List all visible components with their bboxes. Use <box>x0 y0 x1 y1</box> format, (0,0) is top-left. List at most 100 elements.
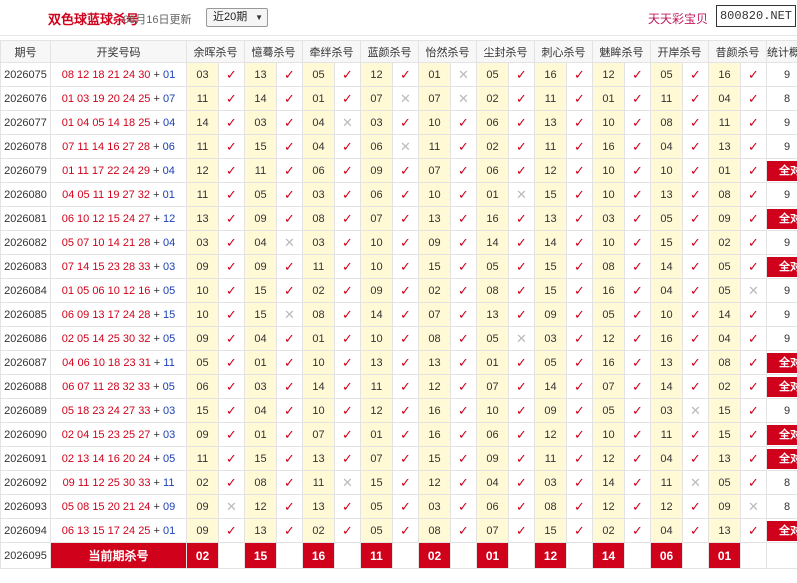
check-icon: ✓ <box>334 134 361 159</box>
check-icon: ✓ <box>566 278 593 303</box>
table-row: 2026089 05 18 23 24 27 33 + 03 15 ✓ 04 ✓ 10 ✓ 12… <box>0 398 797 423</box>
stat-cell: 9 <box>766 110 797 135</box>
blue-ball: 05 <box>163 332 176 345</box>
plus-sign: + <box>153 140 160 153</box>
stat-value: 8 <box>783 92 791 105</box>
check-icon: ✓ <box>624 518 651 543</box>
draw-numbers-cell: 04 06 10 18 23 31 + 11 <box>50 350 187 375</box>
kill-number-cell: 05 <box>592 398 625 423</box>
check-icon: ✓ <box>508 278 535 303</box>
kill-number-cell: 11 <box>186 134 219 159</box>
check-icon: ✓ <box>276 254 303 279</box>
draw-numbers-cell: 06 10 12 15 24 27 + 12 <box>50 206 187 231</box>
kill-number-cell: 04 <box>244 398 277 423</box>
kill-number-cell: 15 <box>708 398 741 423</box>
kill-number-cell: 05 <box>650 206 683 231</box>
kill-number-cell: 11 <box>534 134 567 159</box>
check-icon: ✓ <box>450 302 477 327</box>
table-row: 2026092 09 11 12 25 30 33 + 11 02 ✓ 08 ✓ 11 ✕ 15… <box>0 470 797 495</box>
kill-number-cell: 04 <box>302 134 335 159</box>
check-icon: ✓ <box>334 254 361 279</box>
site-url-badge[interactable]: 800820.NET <box>716 5 796 27</box>
check-icon: ✓ <box>392 350 419 375</box>
kill-number-cell: 10 <box>650 302 683 327</box>
check-icon: ✓ <box>276 422 303 447</box>
column-header: 昔颜杀号 <box>708 40 767 63</box>
kill-number-cell: 01 <box>476 182 509 207</box>
blue-ball: 01 <box>163 68 176 81</box>
check-icon: ✓ <box>450 230 477 255</box>
check-icon: ✓ <box>740 326 767 351</box>
check-icon: ✓ <box>508 62 535 87</box>
red-balls: 06 10 12 15 24 27 <box>61 212 151 225</box>
check-icon: ✓ <box>218 182 245 207</box>
stat-cell: 9 <box>766 182 797 207</box>
check-icon: ✓ <box>508 350 535 375</box>
draw-numbers-cell: 01 04 05 14 18 25 + 04 <box>50 110 187 135</box>
check-icon: ✓ <box>218 350 245 375</box>
blue-ball: 03 <box>163 260 176 273</box>
check-icon: ✓ <box>450 134 477 159</box>
check-icon: ✓ <box>334 374 361 399</box>
current-period-cell: 2026095 <box>0 542 51 569</box>
stat-value: 9 <box>783 332 791 345</box>
check-icon: ✓ <box>218 206 245 231</box>
stat-cell: 9 <box>766 230 797 255</box>
check-icon: ✓ <box>566 422 593 447</box>
period-range-select[interactable]: 近20期 ▼ <box>206 8 268 27</box>
kill-number-cell: 04 <box>650 134 683 159</box>
check-icon: ✓ <box>740 254 767 279</box>
check-icon: ✓ <box>508 134 535 159</box>
kill-number-cell: 10 <box>650 158 683 183</box>
kill-number-cell: 12 <box>360 62 393 87</box>
kill-number-cell: 10 <box>592 182 625 207</box>
check-icon: ✓ <box>508 302 535 327</box>
kill-number-cell: 12 <box>418 374 451 399</box>
check-icon: ✓ <box>334 302 361 327</box>
chevron-down-icon: ▼ <box>255 13 263 22</box>
kill-number-cell: 11 <box>360 374 393 399</box>
cross-icon: ✕ <box>392 134 419 159</box>
column-header: 统计概况 <box>766 40 797 63</box>
draw-numbers-cell: 04 05 11 19 27 32 + 01 <box>50 182 187 207</box>
check-icon: ✓ <box>566 182 593 207</box>
kill-number-cell: 01 <box>476 350 509 375</box>
check-icon: ✓ <box>334 158 361 183</box>
kill-number-cell: 15 <box>186 398 219 423</box>
kill-number-cell: 05 <box>476 326 509 351</box>
check-icon: ✓ <box>334 62 361 87</box>
kill-number-cell: 08 <box>708 350 741 375</box>
current-kill-number: 01 <box>476 542 509 569</box>
red-balls: 07 11 14 16 27 28 <box>62 140 151 153</box>
kill-number-cell: 15 <box>418 254 451 279</box>
draw-numbers-cell: 09 11 12 25 30 33 + 11 <box>50 470 187 495</box>
stat-cell: 9 <box>766 326 797 351</box>
kill-number-cell: 03 <box>534 326 567 351</box>
kill-number-cell: 13 <box>418 350 451 375</box>
kill-number-cell: 10 <box>186 302 219 327</box>
red-balls: 05 18 23 24 27 33 <box>61 404 151 417</box>
blue-ball: 06 <box>162 140 175 153</box>
current-kill-number: 15 <box>244 542 277 569</box>
kill-number-cell: 12 <box>592 326 625 351</box>
cross-icon: ✕ <box>276 302 303 327</box>
blue-ball: 15 <box>163 308 176 321</box>
table-row: 2026086 02 05 14 25 30 32 + 05 09 ✓ 04 ✓ 01 ✓ 10… <box>0 326 797 351</box>
kill-number-cell: 03 <box>186 62 219 87</box>
kill-number-cell: 04 <box>302 110 335 135</box>
check-icon: ✓ <box>450 278 477 303</box>
stat-value: 9 <box>783 284 791 297</box>
check-icon: ✓ <box>682 422 709 447</box>
kill-number-cell: 07 <box>476 518 509 543</box>
cross-icon: ✕ <box>218 494 245 519</box>
check-icon: ✓ <box>566 326 593 351</box>
cross-icon: ✕ <box>392 86 419 111</box>
check-icon: ✓ <box>276 350 303 375</box>
brand-link[interactable]: 天天彩宝贝 <box>648 10 708 27</box>
check-icon: ✓ <box>624 254 651 279</box>
plus-sign: + <box>153 116 160 129</box>
top-bar: 双色球蓝球杀号 08月16日更新 近20期 ▼ 天天彩宝贝 800820.NET <box>0 0 797 36</box>
period-cell: 2026084 <box>0 278 51 303</box>
check-icon: ✓ <box>392 110 419 135</box>
blank-cell <box>334 542 361 569</box>
